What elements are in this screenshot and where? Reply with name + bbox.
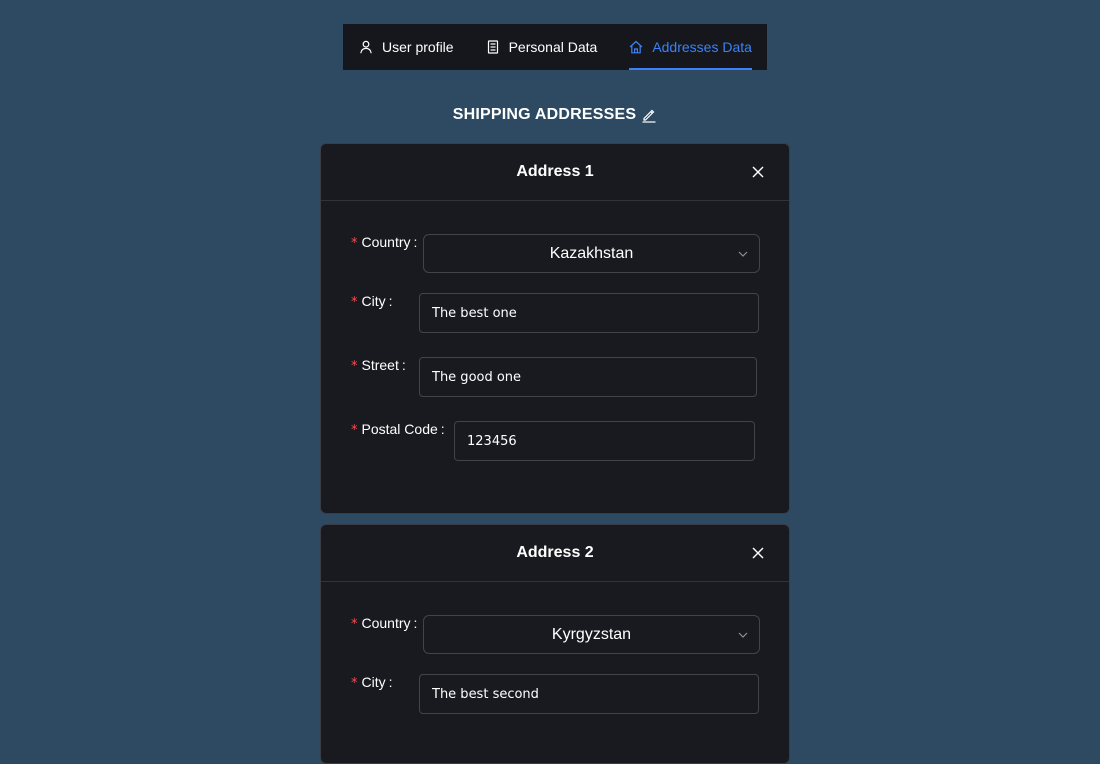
city-label: * City: [351, 674, 393, 691]
home-icon [629, 40, 643, 54]
city-field: * City: [351, 674, 759, 714]
chevron-down-icon [737, 629, 749, 641]
address-card: Address 1 *Country: Kazakhstan *City: *S… [320, 143, 790, 514]
section-header: SHIPPING ADDRESSES [0, 106, 1100, 124]
tab-personal-data[interactable]: Personal Data [486, 24, 598, 70]
tab-user-profile[interactable]: User profile [359, 24, 454, 70]
close-icon[interactable] [751, 546, 765, 560]
city-field: * City: [351, 293, 759, 333]
address-card: Address 2 * Country: Kyrgyzstan * City: [320, 524, 790, 764]
street-field: * Street: [351, 357, 759, 397]
postal-code-label: * Postal Code: [351, 421, 445, 438]
card-title: Address 1 [516, 163, 594, 180]
tab-bar: User profile Personal Data Addresses Dat… [343, 24, 767, 70]
country-field: * Country: Kazakhstan [351, 234, 760, 274]
country-select[interactable]: Kyrgyzstan [423, 615, 760, 654]
tab-label: User profile [382, 39, 454, 55]
street-input[interactable] [419, 357, 757, 397]
section-title: SHIPPING ADDRESSES [452, 106, 637, 123]
close-icon[interactable] [751, 165, 765, 179]
country-select[interactable]: Kazakhstan [423, 234, 760, 273]
card-header: Address 2 [321, 525, 789, 582]
card-header: Address 1 [321, 144, 789, 201]
card-title: Address 2 [516, 544, 594, 561]
city-input[interactable] [419, 674, 759, 714]
city-label: * City: [351, 293, 393, 310]
edit-pencil-icon[interactable] [641, 107, 657, 123]
country-label: * Country: [351, 615, 418, 632]
country-field: * Country: Kyrgyzstan [351, 615, 760, 655]
postal-code-input[interactable] [454, 421, 755, 461]
country-value: Kyrgyzstan [551, 625, 632, 643]
country-value: Kazakhstan [549, 244, 634, 262]
tab-label: Addresses Data [652, 39, 752, 55]
city-input[interactable] [419, 293, 759, 333]
postal-code-field: * Postal Code: [351, 421, 759, 461]
chevron-down-icon [737, 248, 749, 260]
tab-label: Personal Data [508, 39, 598, 55]
document-icon [486, 40, 500, 54]
tab-addresses-data[interactable]: Addresses Data [629, 24, 752, 70]
user-icon [359, 40, 373, 54]
country-label: * Country: [351, 234, 418, 251]
street-label: * Street: [351, 357, 406, 374]
